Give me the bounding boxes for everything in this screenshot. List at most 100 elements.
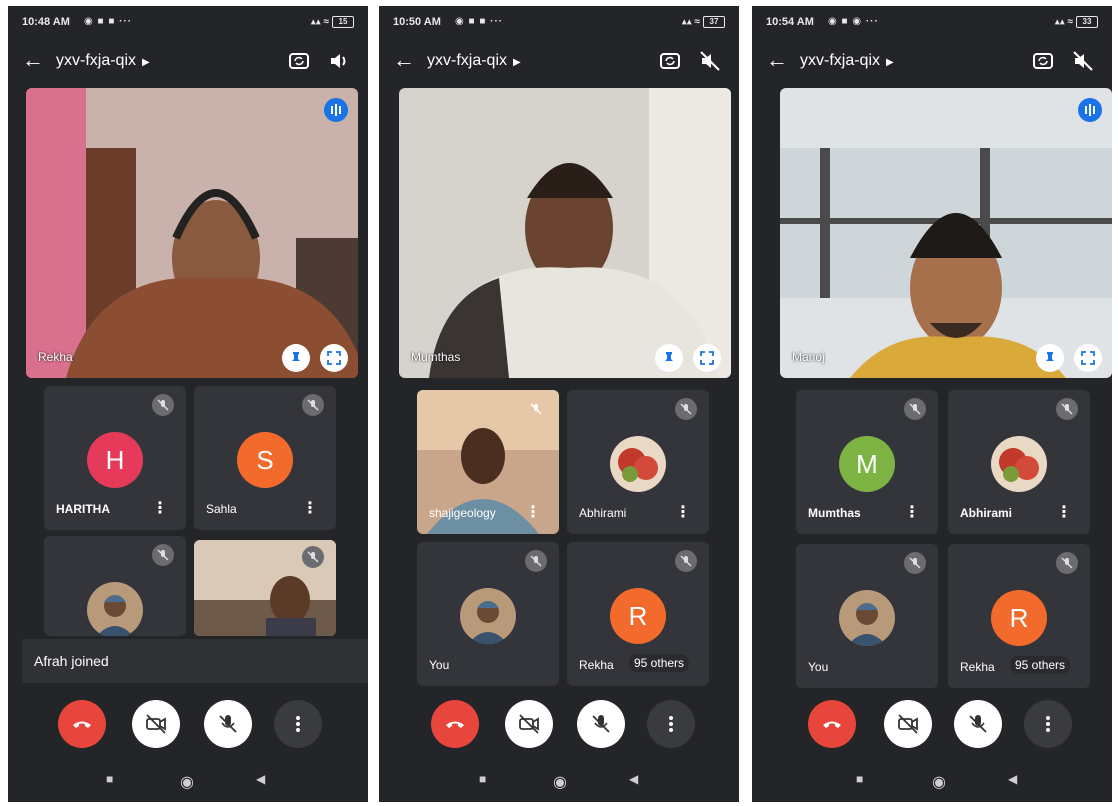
video-off-icon [146,714,166,734]
mic-off-button[interactable] [204,700,252,748]
mic-off-icon [525,550,547,572]
back-arrow-icon[interactable]: ← [766,48,788,72]
participant-name: Rekha [579,658,614,672]
more-vertical-icon[interactable]: ⋮ [675,502,691,522]
recents-square-icon[interactable]: ■ [479,772,486,786]
end-call-button[interactable] [58,700,106,748]
more-vertical-icon[interactable]: ⋮ [152,498,168,518]
status-bar: 10:48 AM ◉ ■ ■ ··· ▴▴ ≈15 [22,16,354,32]
recents-square-icon[interactable]: ■ [106,772,113,786]
participant-tile[interactable]: R Rekha 95 others [948,544,1090,688]
speaker-off-icon[interactable] [697,48,723,74]
main-participant-name: Manoj [792,350,825,364]
participant-tile[interactable]: M Mumthas ⋮ [796,390,938,534]
avatar: H [87,432,143,488]
back-triangle-icon[interactable]: ◀ [1008,772,1017,786]
pin-icon[interactable] [282,344,310,372]
speaker-off-icon[interactable] [1070,48,1096,74]
participant-name: Mumthas [808,506,861,520]
participant-tile[interactable]: S Sahla ⋮ [194,386,336,530]
participant-tile[interactable]: You [796,544,938,688]
mic-off-button[interactable] [954,700,1002,748]
camera-off-button[interactable] [505,700,553,748]
back-triangle-icon[interactable]: ◀ [256,772,265,786]
back-triangle-icon[interactable]: ◀ [629,772,638,786]
participant-name: You [808,660,829,674]
meeting-code-title[interactable]: yxv-fxja-qix ▶ [427,52,521,70]
fullscreen-icon[interactable] [693,344,721,372]
participant-tile[interactable]: R Rekha 95 others [567,542,709,686]
participant-tile[interactable]: You [417,542,559,686]
more-vertical-icon[interactable]: ⋮ [302,498,318,518]
participant-tile[interactable] [44,536,186,636]
audio-indicator-icon [324,98,348,122]
switch-camera-icon[interactable] [286,48,312,74]
meeting-code-title[interactable]: yxv-fxja-qix ▶ [56,52,150,70]
join-notification: Afrah joined [22,639,368,683]
notification-icons: ◉ ■ ■ ··· [455,16,504,27]
meeting-code-title[interactable]: yxv-fxja-qix ▶ [800,52,894,70]
home-circle-icon[interactable]: ◉ [932,772,946,792]
system-nav-bar: ■ ◉ ◀ [752,772,1112,796]
video-feed-manoj [780,88,1112,378]
more-vertical-icon[interactable]: ⋮ [904,502,920,522]
pin-icon[interactable] [1036,344,1064,372]
avatar: M [839,436,895,492]
app-bar: ← yxv-fxja-qix ▶ [8,44,368,78]
more-options-button[interactable] [1024,700,1072,748]
more-vertical-icon [669,716,673,732]
fullscreen-icon[interactable] [1074,344,1102,372]
status-time: 10:54 AM [766,16,814,28]
end-call-button[interactable] [808,700,856,748]
caret-right-icon: ▶ [513,57,521,68]
switch-camera-icon[interactable] [1030,48,1056,74]
mic-off-icon [1056,552,1078,574]
participant-video-tile[interactable] [194,540,336,636]
back-arrow-icon[interactable]: ← [393,48,415,72]
mic-off-icon [525,398,547,420]
more-options-button[interactable] [274,700,322,748]
battery-icon: 33 [1076,16,1098,28]
main-participant-name: Rekha [38,350,73,364]
notification-icons: ◉ ■ ■ ··· [84,16,133,27]
mic-off-button[interactable] [577,700,625,748]
mic-off-icon [904,398,926,420]
system-nav-bar: ■ ◉ ◀ [8,772,368,796]
main-video-tile[interactable]: Rekha [26,88,358,378]
home-circle-icon[interactable]: ◉ [553,772,567,792]
camera-off-button[interactable] [132,700,180,748]
participant-tile[interactable]: Abhirami ⋮ [567,390,709,534]
back-arrow-icon[interactable]: ← [22,48,44,72]
participant-tile[interactable]: Abhirami ⋮ [948,390,1090,534]
status-time: 10:50 AM [393,16,441,28]
more-vertical-icon[interactable]: ⋮ [525,502,541,522]
avatar [460,588,516,644]
avatar [991,436,1047,492]
phone-screen-1: 10:48 AM ◉ ■ ■ ··· ▴▴ ≈15 ← yxv-fxja-qix… [8,6,368,802]
main-video-tile[interactable]: Mumthas [399,88,731,378]
mic-off-icon [969,715,987,733]
pin-icon[interactable] [655,344,683,372]
mic-off-icon [219,715,237,733]
participant-video-tile[interactable]: shajigeology ⋮ [417,390,559,534]
more-options-button[interactable] [647,700,695,748]
app-bar: ← yxv-fxja-qix ▶ [752,44,1112,78]
participant-name: HARITHA [56,502,110,516]
fullscreen-icon[interactable] [320,344,348,372]
participant-name: Rekha [960,660,995,674]
participant-name: shajigeology [429,506,496,520]
end-call-button[interactable] [431,700,479,748]
switch-camera-icon[interactable] [657,48,683,74]
main-video-tile[interactable]: Manoj [780,88,1112,378]
meeting-code: yxv-fxja-qix [56,52,137,69]
signal-wifi-battery: ▴▴ ≈15 [311,16,354,28]
participant-tile[interactable]: H HARITHA ⋮ [44,386,186,530]
camera-off-button[interactable] [884,700,932,748]
more-vertical-icon[interactable]: ⋮ [1056,502,1072,522]
mic-off-icon [675,550,697,572]
home-circle-icon[interactable]: ◉ [180,772,194,792]
battery-icon: 15 [332,16,354,28]
main-participant-name: Mumthas [411,350,461,364]
speaker-icon[interactable] [326,48,352,74]
recents-square-icon[interactable]: ■ [856,772,863,786]
